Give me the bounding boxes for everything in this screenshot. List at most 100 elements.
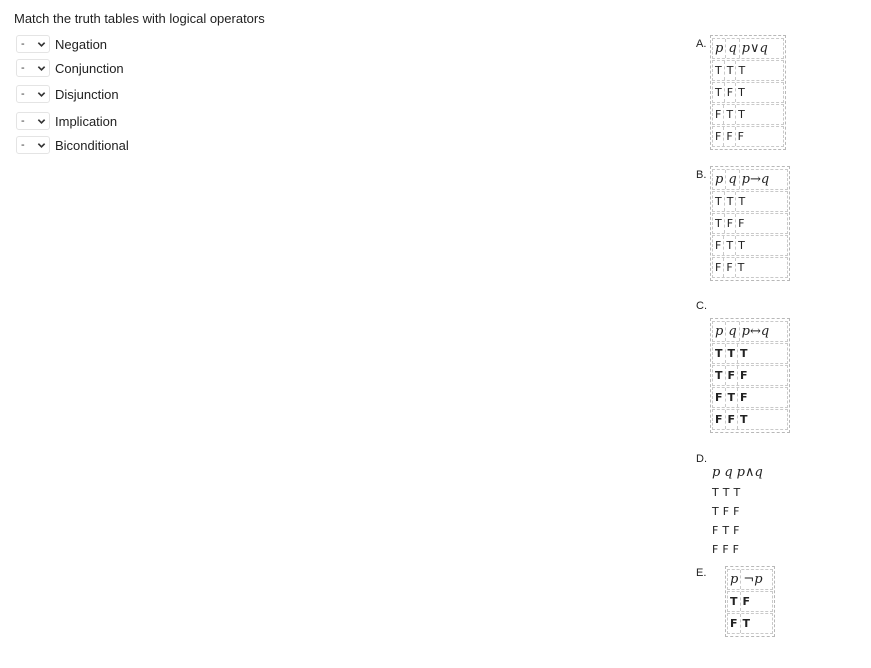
table-cell: T	[722, 524, 730, 537]
table-row: F T F	[712, 521, 767, 540]
table-row: F F F	[712, 126, 784, 147]
header-cell: p→q	[741, 172, 770, 187]
table-cell: T	[740, 347, 748, 360]
table-cell: F	[737, 130, 744, 143]
answer-select-negation[interactable]: -	[16, 35, 50, 53]
table-cell: F	[712, 524, 719, 537]
answer-select-implication[interactable]: -	[16, 112, 50, 130]
header-cell: p∧q	[736, 464, 763, 480]
table-cell: F	[713, 258, 725, 277]
table-cell: F	[713, 127, 725, 146]
option-letter-a: A.	[696, 38, 707, 50]
select-value: -	[21, 115, 25, 127]
header-cell: q	[726, 322, 740, 341]
table-cell: F	[733, 524, 740, 537]
table-cell: F	[738, 217, 745, 230]
table-cell: T	[742, 617, 751, 630]
table-header-row: p q p∨q	[712, 38, 784, 59]
header-cell: ¬p	[743, 572, 763, 587]
question-prompt: Match the truth tables with logical oper…	[14, 11, 265, 26]
table-cell: T	[733, 486, 741, 499]
operator-label: Biconditional	[55, 137, 129, 153]
table-cell: T	[738, 239, 745, 252]
truth-table-e: p ¬p T F F T	[725, 566, 775, 637]
operator-label: Disjunction	[55, 86, 119, 102]
table-cell: T	[724, 236, 737, 255]
chevron-down-icon	[37, 91, 46, 97]
table-row: F F T	[712, 409, 788, 430]
truth-table-a: p q p∨q T T T T F T F T T F F F	[710, 35, 786, 150]
table-row: T F	[727, 591, 773, 612]
answer-select-disjunction[interactable]: -	[16, 85, 50, 103]
truth-table-b: p q p→q T T T T F F F T T F F T	[710, 166, 790, 281]
table-cell: F	[713, 388, 726, 407]
answer-select-conjunction[interactable]: -	[16, 59, 50, 77]
table-cell: T	[728, 592, 741, 611]
table-row: F T F	[712, 387, 788, 408]
table-cell: F	[740, 369, 748, 382]
table-cell: F	[724, 258, 736, 277]
table-cell: T	[738, 64, 746, 77]
table-header-row: p q p↔q	[712, 321, 788, 342]
table-cell: T	[738, 108, 745, 121]
table-row: T T T	[712, 191, 788, 212]
table-cell: F	[725, 83, 737, 102]
table-cell: T	[725, 192, 737, 211]
table-cell: F	[713, 236, 725, 255]
chevron-down-icon	[37, 65, 46, 71]
table-cell: F	[742, 595, 751, 608]
header-cell: q	[726, 170, 740, 189]
select-value: -	[21, 62, 25, 74]
header-cell: p	[713, 170, 727, 189]
select-value: -	[21, 139, 25, 151]
table-row: F T T	[712, 104, 784, 125]
chevron-down-icon	[37, 41, 46, 47]
table-cell: F	[722, 543, 729, 556]
table-cell: F	[713, 105, 725, 124]
table-cell: F	[713, 410, 726, 429]
table-cell: F	[733, 505, 740, 518]
table-cell: T	[712, 505, 719, 518]
header-cell: p	[713, 39, 727, 58]
table-row: T T T	[712, 483, 767, 502]
table-cell: T	[740, 413, 748, 426]
table-row: T F F	[712, 502, 767, 521]
table-row: T T T	[712, 60, 784, 81]
header-cell: p	[728, 570, 742, 589]
table-header-row: p q p→q	[712, 169, 788, 190]
table-cell: T	[722, 486, 730, 499]
table-cell: F	[724, 127, 736, 146]
match-row-conjunction: - Conjunction	[16, 58, 124, 78]
header-cell: p	[712, 464, 721, 480]
table-row: T F T	[712, 82, 784, 103]
table-row: F F F	[712, 540, 767, 559]
table-row: T T T	[712, 343, 788, 364]
table-cell: T	[738, 195, 746, 208]
option-letter-b: B.	[696, 169, 707, 181]
table-cell: T	[713, 214, 725, 233]
table-cell: T	[738, 86, 745, 99]
match-row-implication: - Implication	[16, 111, 117, 131]
table-cell: T	[737, 261, 745, 274]
match-row-disjunction: - Disjunction	[16, 84, 119, 104]
table-cell: T	[713, 61, 725, 80]
table-cell: F	[732, 543, 739, 556]
table-row: F F T	[712, 257, 788, 278]
truth-table-c: p q p↔q T T T T F F F T F F F T	[710, 318, 790, 433]
table-cell: T	[726, 388, 739, 407]
header-cell: p↔q	[741, 324, 770, 339]
table-cell: T	[713, 366, 726, 385]
header-cell: q	[724, 464, 733, 480]
table-row: T F F	[712, 213, 788, 234]
operator-label: Negation	[55, 36, 108, 52]
table-row: F T	[727, 613, 773, 634]
table-cell: T	[712, 486, 719, 499]
table-cell: F	[712, 543, 719, 556]
answer-select-biconditional[interactable]: -	[16, 136, 50, 154]
match-row-biconditional: - Biconditional	[16, 135, 129, 155]
table-cell: F	[740, 391, 748, 404]
header-cell: p	[713, 322, 727, 341]
table-header-row: p ¬p	[727, 569, 773, 590]
table-cell: T	[726, 344, 739, 363]
table-cell: T	[713, 344, 726, 363]
